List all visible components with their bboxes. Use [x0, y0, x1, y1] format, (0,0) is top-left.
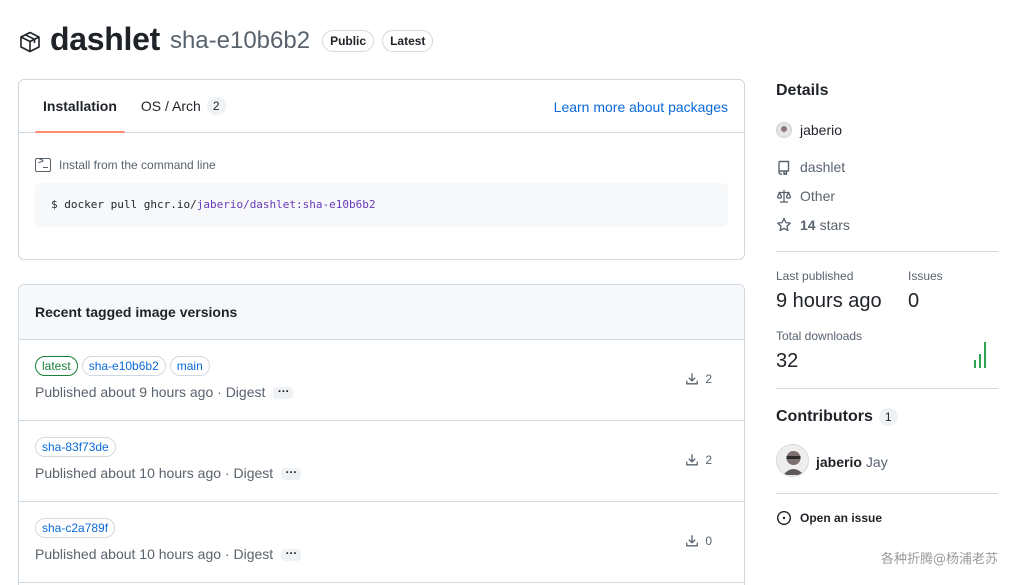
- tag-list: latest sha-e10b6b2 main: [35, 356, 728, 376]
- divider: [776, 251, 998, 252]
- install-label-text: Install from the command line: [59, 158, 216, 172]
- visibility-badge: Public: [322, 30, 375, 52]
- contributor-link[interactable]: jaberio Jay: [816, 454, 888, 470]
- owner-name: jaberio: [800, 122, 843, 138]
- details-title: Details: [776, 82, 829, 99]
- tab-os-arch[interactable]: OS / Arch 2: [133, 80, 234, 132]
- download-count-value: 2: [705, 453, 712, 467]
- divider: [776, 493, 998, 494]
- tag-latest[interactable]: latest: [35, 356, 78, 376]
- install-label: Install from the command line: [35, 156, 216, 172]
- latest-badge: Latest: [382, 30, 434, 52]
- tab-installation-label: Installation: [43, 98, 117, 114]
- issues-label: Issues: [908, 269, 943, 283]
- download-icon: [686, 373, 699, 385]
- contributors-counter: 1: [878, 408, 898, 426]
- version-meta: Published about 10 hours ago · Digest: [35, 543, 728, 562]
- versions-panel: Recent tagged image versions latest sha-…: [18, 284, 745, 585]
- total-downloads-value: 32: [776, 350, 799, 372]
- version-meta: Published about 10 hours ago · Digest: [35, 462, 728, 481]
- digest-expand-button[interactable]: [273, 381, 294, 399]
- issues-value: 0: [908, 290, 920, 312]
- install-tabs: Installation OS / Arch 2 Learn more abou…: [19, 80, 744, 133]
- stars-link[interactable]: 14 stars: [776, 217, 850, 233]
- downloads-sparkline-icon: [974, 342, 986, 368]
- learn-more-link[interactable]: Learn more about packages: [554, 99, 728, 115]
- contributor-avatar[interactable]: [776, 444, 809, 477]
- command-user: jaberio: [196, 198, 244, 211]
- digest-expand-button[interactable]: [281, 462, 302, 480]
- version-row: latest sha-e10b6b2 main Published about …: [19, 340, 744, 421]
- command-slash: /: [243, 198, 250, 211]
- tag-list: sha-83f73de: [35, 437, 728, 457]
- download-icon: [686, 535, 699, 547]
- issue-opened-icon: [776, 510, 792, 526]
- download-count: 2: [685, 372, 712, 386]
- install-panel: Installation OS / Arch 2 Learn more abou…: [18, 79, 745, 260]
- license-name: Other: [800, 188, 836, 204]
- published-text: Published about 10 hours ago · Digest: [35, 546, 274, 562]
- stars-label: stars: [819, 217, 850, 233]
- download-count: 2: [685, 453, 712, 467]
- avatar-image: [777, 445, 808, 476]
- stars-count: 14: [800, 217, 816, 233]
- package-tag: sha-e10b6b2: [169, 27, 311, 54]
- download-count-value: 0: [705, 534, 712, 548]
- tab-os-arch-label: OS / Arch: [140, 98, 201, 114]
- tag-main[interactable]: main: [169, 356, 210, 376]
- repo-name: dashlet: [800, 159, 846, 175]
- published-text: Published about 9 hours ago · Digest: [35, 384, 266, 400]
- tag-sha[interactable]: sha-e10b6b2: [81, 356, 166, 376]
- published-text: Published about 10 hours ago · Digest: [35, 465, 274, 481]
- version-row: sha-83f73de Published about 10 hours ago…: [19, 421, 744, 502]
- contributor-fullname: Jay: [865, 454, 888, 470]
- last-published-value: 9 hours ago: [776, 290, 882, 312]
- divider: [776, 388, 998, 389]
- download-icon: [686, 454, 699, 466]
- contributors-heading: Contributors 1: [776, 408, 898, 426]
- repo-icon: [778, 160, 790, 175]
- owner-avatar: [776, 122, 792, 138]
- os-arch-counter: 2: [206, 97, 226, 115]
- star-icon: [777, 217, 791, 232]
- tag-list: sha-c2a789f: [35, 518, 728, 538]
- versions-title: Recent tagged image versions: [19, 285, 744, 340]
- package-name: dashlet: [50, 20, 160, 57]
- download-count-value: 2: [705, 372, 712, 386]
- license-link[interactable]: Other: [776, 188, 835, 204]
- watermark: 各种折腾@杨浦老苏: [880, 552, 998, 567]
- digest-expand-button[interactable]: [281, 543, 302, 561]
- tag-sha[interactable]: sha-83f73de: [35, 437, 116, 457]
- open-issue-link[interactable]: Open an issue: [776, 510, 882, 526]
- open-issue-label: Open an issue: [800, 511, 883, 525]
- contributors-title: Contributors: [776, 408, 873, 425]
- command-image: dashlet:sha-e10b6b2: [249, 198, 376, 211]
- total-downloads-label: Total downloads: [776, 329, 863, 343]
- repo-link[interactable]: dashlet: [776, 159, 845, 175]
- version-row: sha-c2a789f Published about 10 hours ago…: [19, 502, 744, 583]
- law-icon: [776, 190, 792, 203]
- terminal-icon: [35, 156, 51, 172]
- owner-link[interactable]: jaberio: [776, 122, 842, 138]
- command-prefix: $ docker pull ghcr.io/: [51, 198, 197, 211]
- tab-installation[interactable]: Installation: [35, 80, 125, 133]
- package-icon: [20, 31, 40, 53]
- version-meta: Published about 9 hours ago · Digest: [35, 381, 728, 400]
- tag-sha[interactable]: sha-c2a789f: [35, 518, 116, 538]
- last-published-label: Last published: [776, 269, 854, 283]
- download-count: 0: [685, 534, 712, 548]
- contributor-login: jaberio: [816, 454, 862, 470]
- package-header: dashlet sha-e10b6b2 Public Latest: [18, 14, 434, 64]
- docker-pull-command[interactable]: $ docker pull ghcr.io/jaberio/dashlet:sh…: [35, 183, 728, 227]
